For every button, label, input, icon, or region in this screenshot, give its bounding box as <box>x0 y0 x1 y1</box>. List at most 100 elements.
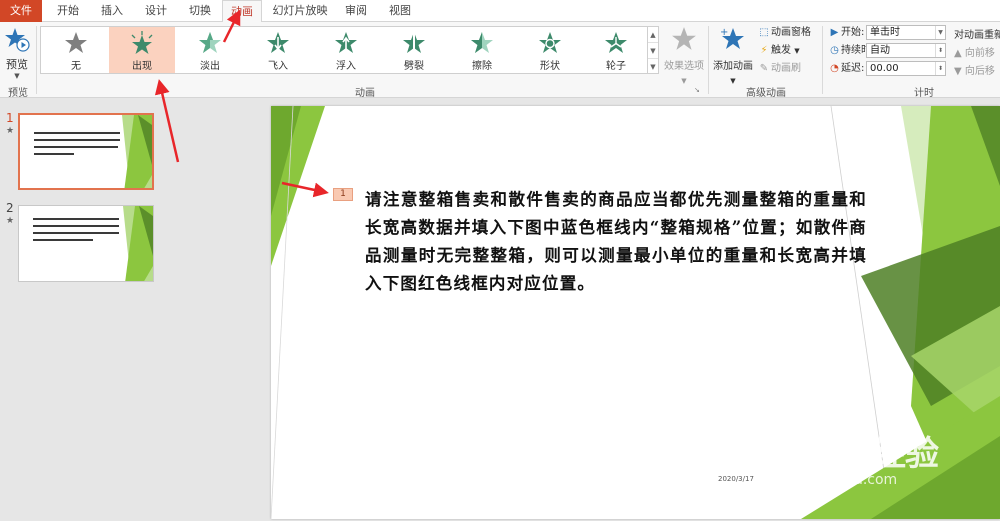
animation-fade-label: 淡出 <box>200 61 220 72</box>
delay-clock-icon: ◔ <box>830 63 839 74</box>
tab-review[interactable]: 审阅 <box>338 0 374 22</box>
slide-thumbnail-pane: 1 ★ 2 ★ <box>0 99 262 521</box>
svg-text:+: + <box>720 27 728 38</box>
painter-icon: ✎ <box>759 63 769 74</box>
move-earlier-label: 向前移 <box>964 48 995 59</box>
star-burst-icon <box>131 31 153 54</box>
add-animation-label: 添加动画 <box>713 61 753 72</box>
divider <box>708 26 709 94</box>
animation-order-tag[interactable]: 1 <box>333 188 353 201</box>
clock-icon: ◷ <box>830 45 839 56</box>
dialog-launcher-icon[interactable]: ↘ <box>694 86 700 94</box>
preview-button[interactable]: 预览 ▼ <box>2 26 32 80</box>
thumb-text-line <box>33 225 119 227</box>
animation-wipe-label: 擦除 <box>472 61 492 72</box>
divider <box>822 26 823 94</box>
tab-insert[interactable]: 插入 <box>94 0 130 22</box>
animation-fly-in[interactable]: 飞入 <box>245 27 311 73</box>
move-later-button[interactable]: ▼ 向后移 <box>954 62 995 77</box>
thumb-text-line <box>33 218 119 220</box>
effect-options-label: 效果选项 <box>664 61 704 72</box>
trigger-button[interactable]: ⚡ 触发 ▼ <box>757 43 800 59</box>
group-label-timing: 计时 <box>914 88 934 99</box>
slide-date: 2020/3/17 <box>718 475 754 483</box>
thumb-text-line <box>34 132 120 134</box>
animation-pane-button[interactable]: ⬚ 动画窗格 <box>757 25 811 41</box>
tab-design[interactable]: 设计 <box>138 0 174 22</box>
star-split-icon <box>403 32 425 53</box>
duration-spinner[interactable]: 自动 ⬍ <box>866 43 946 58</box>
gallery-more-icon[interactable]: ▼ <box>648 59 658 75</box>
start-select[interactable]: 单击时 ▼ <box>866 25 946 40</box>
thumb-text-line <box>34 153 74 155</box>
play-icon: ▶ <box>830 27 839 38</box>
effect-options-button[interactable]: 效果选项 ▼ <box>662 26 706 86</box>
star-play-icon <box>5 28 30 52</box>
tab-view[interactable]: 视图 <box>382 0 418 22</box>
spinner-arrows-icon: ⬍ <box>935 44 945 57</box>
star-wheel-icon <box>605 32 627 53</box>
divider <box>36 26 37 94</box>
thumb-green-decoration <box>122 115 152 188</box>
chevron-down-icon: ▼ <box>794 47 800 55</box>
thumb-text-line <box>34 146 118 148</box>
move-earlier-button[interactable]: ▲ 向前移 <box>954 44 995 59</box>
animation-star-icon: ★ <box>6 126 15 136</box>
slide-canvas[interactable]: 1 请注意整箱售卖和散件售卖的商品应当都优先测量整箱的重量和长宽高数据并填入下图… <box>271 106 1000 519</box>
animation-pane-label: 动画窗格 <box>771 27 811 38</box>
reorder-title: 对动画重新 <box>954 30 1000 41</box>
ribbon-tab-bar: 文件 开始 插入 设计 切换 动画 幻灯片放映 审阅 视图 <box>0 0 1000 23</box>
move-later-icon: ▼ <box>954 66 965 77</box>
star-shape-icon <box>539 32 561 53</box>
animation-appear[interactable]: 出现 <box>109 27 175 73</box>
add-animation-button[interactable]: + 添加动画 ▼ <box>712 26 754 86</box>
star-add-icon: + <box>720 27 744 49</box>
thumb-text-line <box>33 232 119 234</box>
animation-float-in[interactable]: 浮入 <box>313 27 379 73</box>
move-earlier-icon: ▲ <box>954 48 965 59</box>
chevron-down-icon: ▼ <box>14 72 20 80</box>
animation-pane-icon: ⬚ <box>759 27 769 38</box>
animation-appear-label: 出现 <box>132 61 152 72</box>
animation-star-icon: ★ <box>6 216 15 226</box>
delay-row: ◔ 延迟: <box>828 60 864 77</box>
slide-thumbnail-2[interactable] <box>18 205 154 282</box>
animation-wheel-label: 轮子 <box>606 61 626 72</box>
animation-wipe[interactable]: 擦除 <box>449 27 515 73</box>
animation-split-label: 劈裂 <box>404 61 424 72</box>
animation-fade[interactable]: 淡出 <box>177 27 243 73</box>
animation-painter-button[interactable]: ✎ 动画刷 <box>757 61 801 77</box>
tab-slideshow[interactable]: 幻灯片放映 <box>268 0 332 22</box>
star-options-icon <box>672 27 696 50</box>
preview-label: 预览 <box>6 58 28 71</box>
trigger-label: 触发 <box>771 45 791 56</box>
animation-shape[interactable]: 形状 <box>517 27 583 73</box>
thumbnail-number: 2 <box>6 201 14 215</box>
thumbnail-number: 1 <box>6 111 14 125</box>
start-value: 单击时 <box>870 27 900 38</box>
lightning-icon: ⚡ <box>760 45 768 56</box>
tab-animations[interactable]: 动画 <box>222 0 262 23</box>
star-gray-icon <box>65 32 87 53</box>
thumb-text-line <box>34 139 120 141</box>
group-label-animation: 动画 <box>355 88 375 99</box>
delay-spinner[interactable]: 00.00 ⬍ <box>866 61 946 76</box>
slide-thumbnail-1[interactable] <box>18 113 154 190</box>
spinner-arrows-icon: ⬍ <box>935 62 945 75</box>
gallery-scroll-down-icon[interactable]: ▼ <box>648 43 658 59</box>
powerpoint-window: 文件 开始 插入 设计 切换 动画 幻灯片放映 审阅 视图 预览 ▼ 预览 无 <box>0 0 1000 521</box>
animation-split[interactable]: 劈裂 <box>381 27 447 73</box>
slide-editor: 1 请注意整箱售卖和散件售卖的商品应当都优先测量整箱的重量和长宽高数据并填入下图… <box>262 99 1000 521</box>
animation-none[interactable]: 无 <box>43 27 109 73</box>
animation-wheel[interactable]: 轮子 <box>583 27 649 73</box>
thumb-green-decoration <box>123 206 153 281</box>
animation-none-label: 无 <box>71 61 81 72</box>
tab-file[interactable]: 文件 <box>0 0 42 22</box>
tab-home[interactable]: 开始 <box>50 0 86 22</box>
star-flyin-icon <box>267 32 289 53</box>
group-label-preview: 预览 <box>8 88 28 99</box>
slide-body-text[interactable]: 请注意整箱售卖和散件售卖的商品应当都优先测量整箱的重量和长宽高数据并填入下图中蓝… <box>365 186 867 298</box>
gallery-scroll-up-icon[interactable]: ▲ <box>648 27 658 43</box>
animation-float-in-label: 浮入 <box>336 61 356 72</box>
tab-transitions[interactable]: 切换 <box>182 0 218 22</box>
